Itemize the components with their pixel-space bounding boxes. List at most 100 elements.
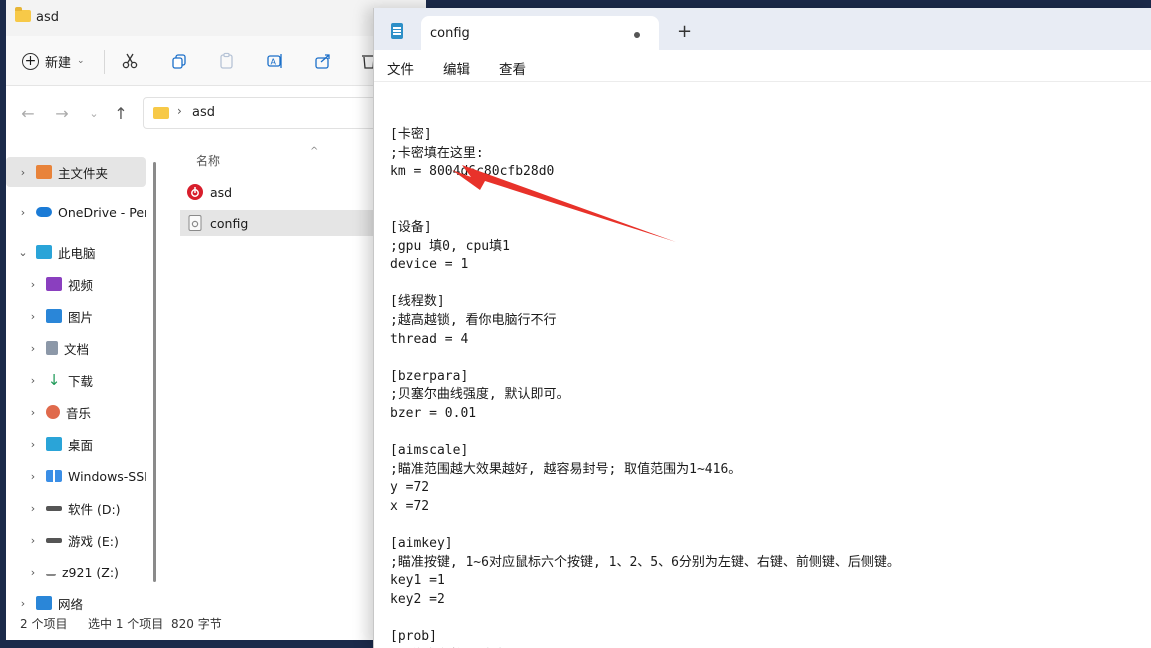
nav-item-this-pc[interactable]: ⌄ 此电脑 (6, 237, 146, 267)
chevron-right-icon[interactable]: › (26, 470, 40, 483)
editor-line: thread = 4 (390, 331, 469, 347)
new-tab-button[interactable]: + (677, 21, 692, 42)
nav-item-label: 游戏 (E:) (68, 533, 119, 549)
editor-line: ;越高越锁, 看你电脑行不行 (390, 313, 557, 328)
nav-item-label: z921 (Z:) (62, 564, 119, 580)
tab-title: config (430, 26, 470, 41)
cut-icon[interactable] (119, 50, 141, 72)
svg-text:A: A (271, 58, 277, 67)
pictures-icon (46, 309, 62, 323)
editor-line: ;gpu 填0, cpu填1 (390, 238, 510, 254)
network-icon (36, 596, 52, 610)
nav-item-label: 音乐 (66, 405, 92, 421)
chevron-right-icon[interactable]: › (26, 534, 40, 547)
navigation-pane: › 主文件夹 › OneDrive - Pers ⌄ 此电脑 › 视频 › 图片… (6, 146, 156, 616)
nav-item-drive-d[interactable]: › 软件 (D:) (6, 493, 146, 523)
chevron-right-icon[interactable]: › (26, 566, 40, 579)
status-selection: 选中 1 个项目 (88, 617, 164, 631)
nav-item-label: 桌面 (68, 437, 94, 453)
folder-icon (153, 107, 169, 119)
config-file-icon (188, 215, 202, 231)
nav-item-drive-z[interactable]: › z921 (Z:) (6, 557, 146, 587)
chevron-right-icon[interactable]: › (26, 406, 40, 419)
copy-icon[interactable] (168, 50, 190, 72)
notepad-app-icon (391, 23, 403, 39)
unsaved-indicator-icon[interactable] (634, 32, 640, 38)
chevron-right-icon[interactable]: › (16, 597, 30, 610)
nav-item-label: 下载 (68, 373, 94, 389)
chevron-right-icon[interactable]: › (16, 166, 30, 179)
menu-view[interactable]: 查看 (499, 58, 526, 78)
file-explorer-window: asd + 新建 ⌄ A ← → ⌄ ↑ › asd › 主文件夹 › OneD… (6, 0, 426, 640)
editor-line: [aimkey] (390, 536, 453, 552)
address-bar-row: ← → ⌄ ↑ › asd (6, 90, 426, 136)
editor-line: [aimscale] (390, 443, 469, 459)
chevron-right-icon[interactable]: › (26, 278, 40, 291)
explorer-toolbar: + 新建 ⌄ A (6, 36, 426, 86)
editor-line: ;卡密填在这里: (390, 145, 484, 161)
nav-item-onedrive[interactable]: › OneDrive - Pers (6, 197, 146, 227)
editor-line: km = 8004d6c80cfb28d0 (390, 164, 555, 180)
nav-item-downloads[interactable]: › ↓ 下载 (6, 365, 146, 395)
menu-file[interactable]: 文件 (387, 58, 414, 78)
chevron-right-icon[interactable]: › (26, 374, 40, 387)
nav-item-home[interactable]: › 主文件夹 (6, 157, 146, 187)
editor-line: x =72 (390, 499, 430, 514)
video-icon (46, 277, 62, 291)
chevron-right-icon[interactable]: › (26, 438, 40, 451)
nav-item-desktop[interactable]: › 桌面 (6, 429, 146, 459)
paste-icon[interactable] (216, 50, 238, 72)
status-item-count: 2 个项目 (20, 617, 68, 631)
editor-line: key1 =1 (390, 573, 445, 589)
back-icon[interactable]: ← (18, 103, 38, 123)
cloud-icon (36, 207, 52, 217)
drive-icon (46, 537, 62, 543)
column-header-name[interactable]: 名称 (196, 152, 220, 169)
nav-pane-scrollbar[interactable] (153, 162, 156, 582)
nav-item-label: Windows-SSD (68, 468, 146, 484)
editor-line: y =72 (390, 480, 430, 496)
editor-line: device = 1 (390, 257, 469, 273)
chevron-right-icon[interactable]: › (16, 206, 30, 219)
share-icon[interactable] (312, 50, 334, 72)
nav-item-documents[interactable]: › 文档 (6, 333, 146, 363)
text-editor[interactable]: [卡密] ;卡密填在这里: km = 8004d6c80cfb28d0 [设备] ;gp… (374, 82, 1151, 648)
forward-icon[interactable]: → (52, 103, 72, 123)
nav-item-label: 主文件夹 (58, 165, 109, 181)
new-button[interactable]: + 新建 ⌄ (22, 47, 85, 75)
nav-item-drive-e[interactable]: › 游戏 (E:) (6, 525, 146, 555)
nav-item-music[interactable]: › 音乐 (6, 397, 146, 427)
notepad-window: config + 文件 编辑 查看 [卡密] ;卡密填在这里: km = 8004d… (373, 8, 1151, 648)
chevron-down-icon: ⌄ (77, 56, 85, 66)
nav-item-network[interactable]: › 网络 (6, 593, 146, 613)
editor-line: [设备] (390, 220, 432, 235)
file-name: asd (210, 184, 233, 200)
network-drive-icon (46, 568, 56, 576)
rename-icon[interactable]: A (264, 50, 286, 72)
notepad-menubar: 文件 编辑 查看 (374, 50, 1151, 82)
chevron-right-icon[interactable]: › (26, 310, 40, 323)
nav-item-label: OneDrive - Pers (58, 204, 146, 220)
tab-config[interactable]: config (421, 16, 659, 50)
notepad-tabstrip: config + (374, 8, 1151, 50)
recent-chevron-icon[interactable]: ⌄ (84, 103, 104, 123)
chevron-down-icon[interactable]: ⌄ (16, 246, 30, 259)
up-icon[interactable]: ↑ (111, 103, 131, 123)
chevron-right-icon[interactable]: › (26, 502, 40, 515)
editor-line: ;瞄准范围越大效果越好, 越容易封号; 取值范围为1~416。 (390, 461, 742, 477)
nav-item-videos[interactable]: › 视频 (6, 269, 146, 299)
editor-line: ;瞄准按键, 1~6对应鼠标六个按键, 1、2、5、6分别为左键、右键、前侧键、… (390, 554, 900, 570)
nav-item-pictures[interactable]: › 图片 (6, 301, 146, 331)
breadcrumb-chevron-icon: › (177, 104, 182, 118)
menu-edit[interactable]: 编辑 (443, 58, 470, 78)
editor-line: ;贝塞尔曲线强度, 默认即可。 (390, 387, 570, 403)
drive-icon (46, 505, 62, 511)
sort-ascending-icon: ^ (310, 146, 319, 157)
desktop-icon (46, 437, 62, 451)
chevron-right-icon[interactable]: › (26, 342, 40, 355)
editor-line: [卡密] (390, 127, 432, 142)
explorer-title: asd (36, 10, 59, 25)
nav-item-windows-ssd[interactable]: › Windows-SSD (6, 461, 146, 491)
computer-icon (36, 245, 52, 259)
breadcrumb[interactable]: asd (192, 105, 215, 120)
